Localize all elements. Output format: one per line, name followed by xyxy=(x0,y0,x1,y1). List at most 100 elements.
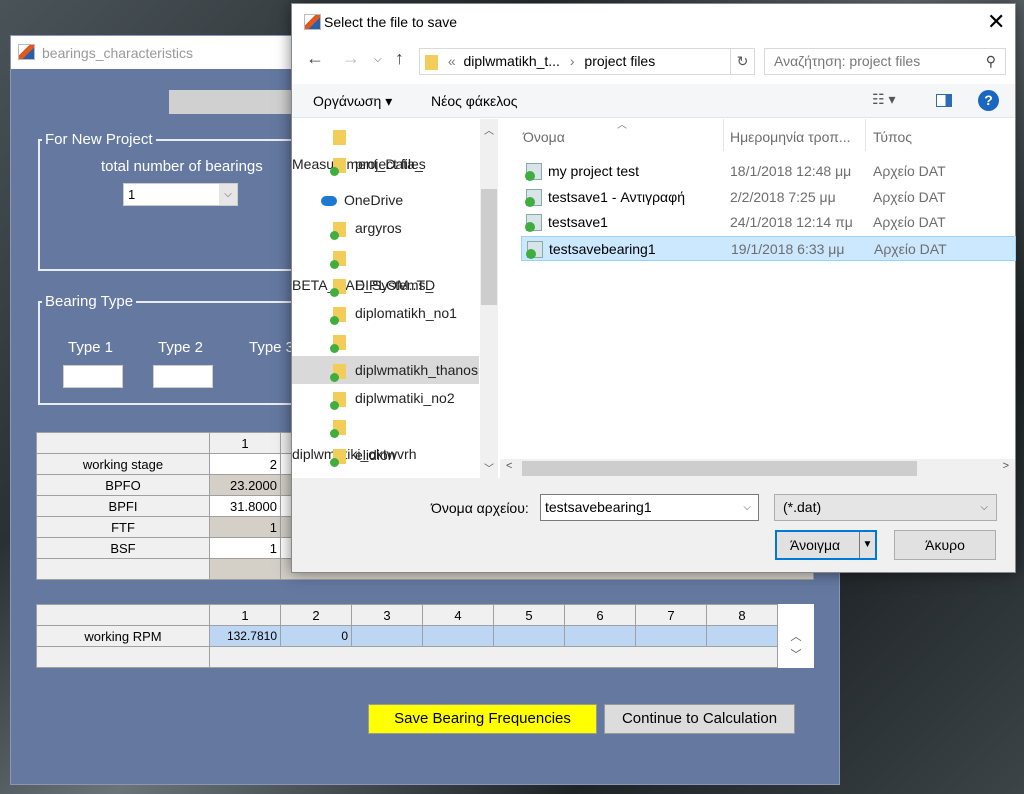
file-type: Αρχείο DAT xyxy=(873,188,946,205)
chevron-down-icon[interactable]: ⌵ xyxy=(743,495,751,520)
continue-to-calculation-button[interactable]: Continue to Calculation xyxy=(604,704,795,734)
nav-item[interactable]: diplwmatiki_oktwvrh xyxy=(292,412,479,462)
nav-item-label: elidion xyxy=(355,447,396,463)
navigation-pane: Measurement_Data_ project files OneDrive ar… xyxy=(292,119,498,478)
rpm-cell[interactable] xyxy=(422,625,494,647)
dropdown-arrow-icon[interactable]: ▼ xyxy=(859,532,875,558)
column-header: 7 xyxy=(635,604,707,626)
nav-item-label: diplomatikh_no1 xyxy=(355,305,457,321)
file-name: my project test xyxy=(548,163,640,179)
bearings-count-dropdown[interactable]: 1 ⌵ xyxy=(123,183,238,206)
scroll-down-icon[interactable]: ﹀ xyxy=(778,646,814,664)
breadcrumb-item[interactable]: diplwmatikh_t... xyxy=(463,53,559,69)
scroll-left-icon[interactable]: < xyxy=(506,460,512,472)
view-options-icon[interactable]: ☷ ▾ xyxy=(872,91,895,108)
scroll-right-icon[interactable]: > xyxy=(1003,460,1009,472)
scrollbar-thumb[interactable] xyxy=(481,189,497,305)
file-type-select[interactable]: (*.dat) ⌵ xyxy=(774,494,997,521)
nav-item-label: diplwmatikh_thanos xyxy=(355,362,478,378)
chevron-down-icon[interactable]: ⌵ xyxy=(980,495,988,520)
rpm-cell[interactable]: 132.7810 xyxy=(209,625,281,647)
cancel-button[interactable]: Άκυρο xyxy=(894,530,996,560)
file-row[interactable]: my project test 18/1/2018 12:48 μμ Αρχείο … xyxy=(521,159,1016,184)
new-folder-button[interactable]: Νέος φάκελος xyxy=(431,93,518,109)
rpm-cell[interactable] xyxy=(351,625,423,647)
table-cell[interactable]: 1 xyxy=(209,537,281,559)
scroll-down-icon[interactable]: ﹀ xyxy=(480,460,498,475)
breadcrumb-item[interactable]: project files xyxy=(584,53,655,69)
nav-item[interactable]: argyros xyxy=(292,214,479,242)
search-input[interactable]: Αναζήτηση: project files ⚲ xyxy=(764,48,1006,75)
nav-item[interactable]: OneDrive xyxy=(292,186,479,214)
file-row[interactable]: testsave1 - Αντιγραφή 2/2/2018 7:25 μμ Αρχ… xyxy=(521,185,1016,210)
table-cell[interactable]: 2 xyxy=(209,453,281,475)
file-row[interactable]: testsavebearing1 19/1/2018 6:33 μμ Αρχείο … xyxy=(521,235,1016,261)
panel-legend: Bearing Type xyxy=(42,293,137,310)
up-arrow-icon[interactable]: ↑ xyxy=(395,48,404,69)
nav-item[interactable]: diplwmatiki_no2 xyxy=(292,384,479,412)
column-header-name[interactable]: Όνομα xyxy=(523,129,565,145)
forward-arrow-icon[interactable]: → xyxy=(342,48,360,69)
open-button[interactable]: Άνοιγμα ▼ xyxy=(775,530,877,560)
close-icon[interactable]: ✕ xyxy=(987,9,1005,35)
nav-scrollbar[interactable]: ︿ ﹀ xyxy=(480,119,498,478)
table-cell[interactable]: 1 xyxy=(209,516,281,538)
horizontal-scrollbar[interactable]: < > xyxy=(500,459,1015,478)
scrollbar-thumb[interactable] xyxy=(522,461,917,476)
nav-item[interactable]: DIPLOM..TD xyxy=(292,271,479,299)
matlab-logo-icon xyxy=(304,14,321,30)
scroll-up-icon[interactable]: ︿ xyxy=(778,628,814,646)
rpm-cell[interactable] xyxy=(706,625,778,647)
nav-item-label: project files xyxy=(355,156,426,172)
rpm-cell[interactable] xyxy=(635,625,707,647)
type-2-input[interactable] xyxy=(153,365,213,388)
search-placeholder: Αναζήτηση: project files xyxy=(774,53,921,69)
nav-item[interactable]: diplomatikh_no1 xyxy=(292,299,479,327)
refresh-icon[interactable]: ↻ xyxy=(730,48,755,75)
file-row[interactable]: testsave1 24/1/2018 12:14 πμ Αρχείο DAT xyxy=(521,210,1016,235)
table-cell[interactable]: 23.2000 xyxy=(209,474,281,496)
nav-item[interactable]: elidion xyxy=(292,441,479,469)
filename-input[interactable]: testsavebearing1 ⌵ xyxy=(540,494,759,521)
type-2-label: Type 2 xyxy=(158,339,204,356)
matlab-logo-icon xyxy=(18,44,35,60)
nav-item[interactable]: project files xyxy=(292,150,479,178)
folder-icon xyxy=(330,363,346,382)
folder-icon xyxy=(330,391,346,410)
nav-item[interactable]: diplwmatikh_thanos xyxy=(292,356,479,384)
folder-icon xyxy=(330,250,346,269)
open-button-label: Άνοιγμα xyxy=(790,537,841,553)
header-bar xyxy=(169,90,299,114)
rpm-cell[interactable]: 0 xyxy=(280,625,352,647)
filename-label: Όνομα αρχείου: xyxy=(431,500,529,516)
folder-icon xyxy=(425,54,438,70)
address-bar[interactable]: « diplwmatikh_t... › project files ⌵ xyxy=(419,48,755,75)
rpm-cell[interactable] xyxy=(493,625,565,647)
file-type-value: (*.dat) xyxy=(783,499,822,515)
column-header-type[interactable]: Τύπος xyxy=(873,129,912,145)
nav-item[interactable]: Measurement_Data_ xyxy=(292,122,479,172)
column-header-date[interactable]: Ημερομηνία τροπ... xyxy=(730,129,851,145)
save-bearing-frequencies-button[interactable]: Save Bearing Frequencies xyxy=(368,704,597,734)
rpm-table-scrollbar[interactable]: ︿ ﹀ xyxy=(778,604,814,668)
folder-icon xyxy=(330,306,346,325)
dropdown-value: 1 xyxy=(128,187,136,202)
file-name: testsavebearing1 xyxy=(549,240,656,257)
recent-chevron-icon[interactable]: ⌵ xyxy=(374,54,382,65)
dialog-title: Select the file to save xyxy=(324,14,458,30)
organize-button[interactable]: Οργάνωση ▾ xyxy=(313,93,392,110)
row-header: working RPM xyxy=(36,625,210,647)
nav-item-label: OneDrive xyxy=(344,192,404,208)
column-header: 1 xyxy=(209,432,281,454)
table-cell[interactable]: 31.8000 xyxy=(209,495,281,517)
file-name: testsave1 xyxy=(548,214,608,230)
type-1-input[interactable] xyxy=(63,365,123,388)
help-icon[interactable]: ? xyxy=(978,90,999,111)
back-arrow-icon[interactable]: ← xyxy=(306,48,324,69)
preview-pane-icon[interactable] xyxy=(936,94,952,107)
rpm-cell[interactable] xyxy=(564,625,636,647)
breadcrumb-overflow[interactable]: « xyxy=(448,53,456,69)
nav-item[interactable]: diplomatiki_genarhs xyxy=(292,327,479,377)
nav-item[interactable]: BETA_CAE_Systems_ xyxy=(292,243,479,293)
scroll-up-icon[interactable]: ︿ xyxy=(480,122,498,137)
